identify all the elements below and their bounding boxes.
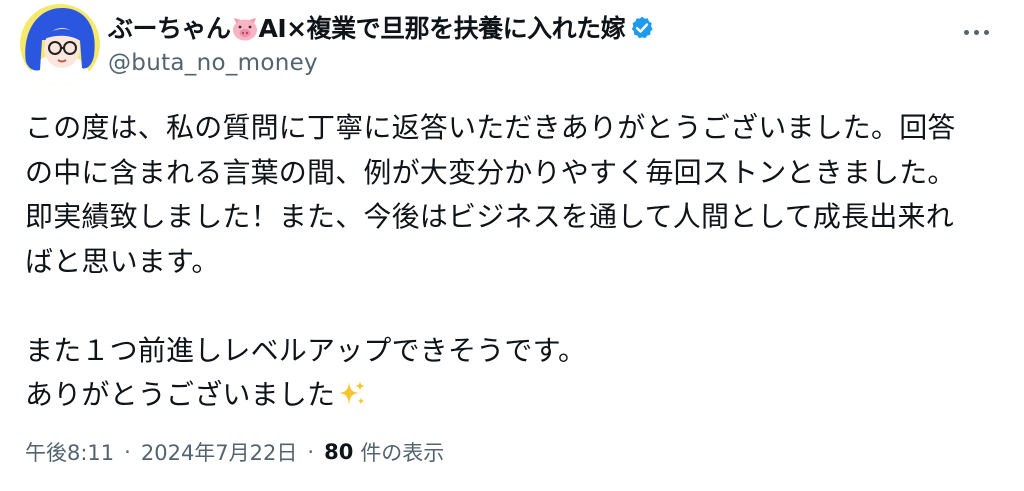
tweet-line: の中に含まれる言葉の間、例が大変分かりやすく毎回ストンときました。 <box>25 155 956 189</box>
tweet-line-text: ありがとうございました <box>25 378 336 411</box>
pig-face-emoji-icon <box>232 17 258 47</box>
tweet-line: ばと思います。 <box>25 244 220 278</box>
tweet-time[interactable]: 午後8:11 <box>25 437 114 467</box>
display-name-link[interactable]: ぶーちゃん AI×複業で旦那を扶養に入れた嫁 <box>108 10 655 46</box>
display-name-part-1: ぶーちゃん <box>108 14 231 43</box>
tweet-line: 即実績致しました！また、今後はビジネスを通して人間として成長出来れ <box>25 200 954 233</box>
tweet-line: この度は、私の質問に丁寧に返答いただきありがとうございました。回答 <box>25 111 956 144</box>
verified-badge-icon[interactable] <box>629 15 655 41</box>
display-name-part-2: AI×複業で旦那を扶養に入れた嫁 <box>258 14 626 43</box>
tweet-line: また１つ前進しレベルアップできそうです。 <box>25 333 587 367</box>
tweet-header: ぶーちゃん AI×複業で旦那を扶養に入れた嫁 @buta_no_money <box>108 10 655 76</box>
more-options-icon[interactable] <box>956 18 996 46</box>
user-handle[interactable]: @buta_no_money <box>108 50 655 76</box>
tweet-line: ありがとうございました <box>25 373 1010 423</box>
avatar[interactable] <box>20 4 100 84</box>
views-label: 件の表示 <box>360 441 445 465</box>
display-name: ぶーちゃん AI×複業で旦那を扶養に入れた嫁 <box>108 9 626 47</box>
views-count: 80 <box>324 440 354 464</box>
sparkles-emoji-icon <box>337 378 367 423</box>
separator: · <box>124 440 131 464</box>
tweet-text: この度は、私の質問に丁寧に返答いただきありがとうございました。回答 の中に含まれ… <box>25 106 1010 423</box>
separator: · <box>307 440 315 464</box>
tweet-meta: 午後8:11 · 2024年7月22日 · 80 件の表示 <box>25 437 444 467</box>
tweet-date[interactable]: 2024年7月22日 <box>141 437 298 467</box>
